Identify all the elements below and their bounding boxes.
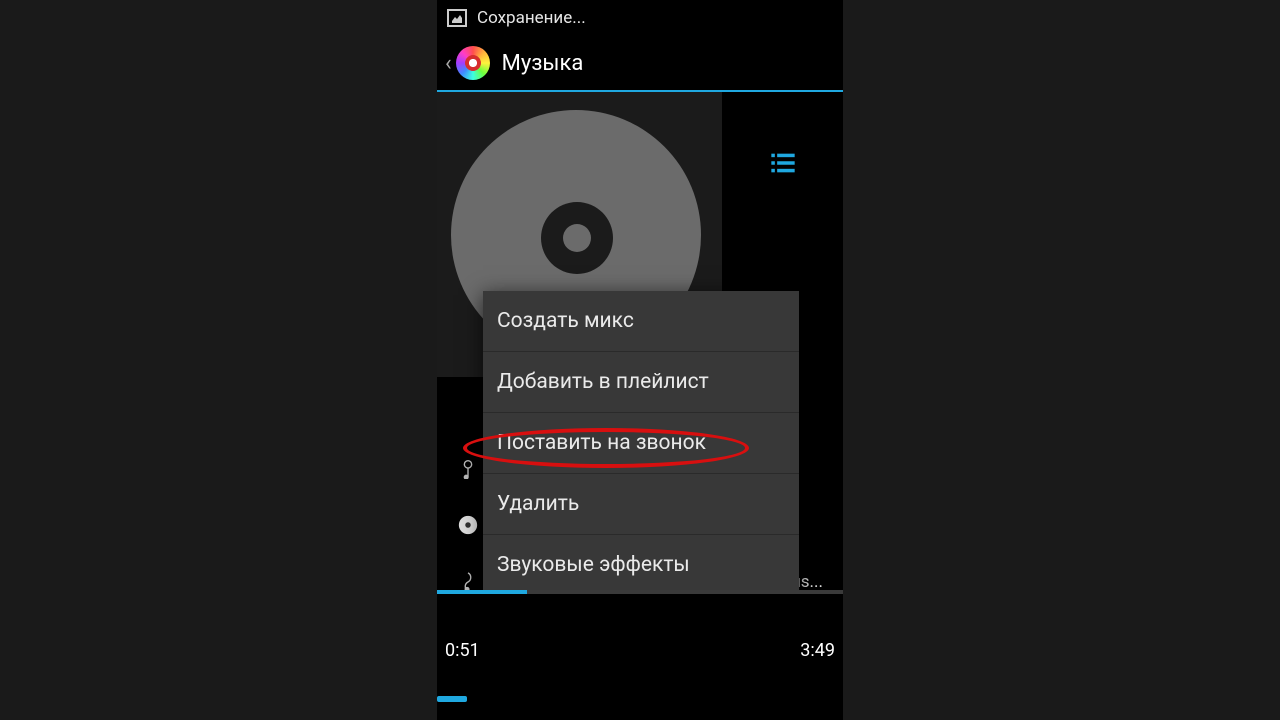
image-save-icon — [447, 9, 467, 27]
app-icon — [456, 46, 490, 80]
time-row: 0:51 3:49 — [437, 640, 843, 661]
menu-sound-effects[interactable]: Звуковые эффекты — [483, 535, 799, 596]
menu-item-label: Звуковые эффекты — [497, 553, 690, 577]
disc-small-icon — [457, 514, 479, 536]
back-icon[interactable]: ‹ — [445, 51, 452, 76]
menu-add-to-playlist[interactable]: Добавить в плейлист — [483, 352, 799, 413]
stage: Сохранение... ‹ Музыка — [0, 0, 1280, 720]
status-saving-text: Сохранение... — [477, 8, 586, 28]
menu-item-label: Поставить на звонок — [497, 431, 706, 455]
menu-set-as-ringtone[interactable]: Поставить на звонок — [483, 413, 799, 474]
app-bar: ‹ Музыка — [437, 36, 843, 92]
time-total: 3:49 — [800, 640, 835, 661]
app-title: Музыка — [502, 51, 584, 76]
menu-item-label: Добавить в плейлист — [497, 370, 709, 394]
list-view-button[interactable] — [722, 92, 843, 235]
menu-delete[interactable]: Удалить — [483, 474, 799, 535]
list-view-icon — [769, 149, 797, 177]
menu-item-label: Удалить — [497, 492, 579, 516]
menu-item-label: Создать микс — [497, 309, 634, 333]
mini-accent-bar — [437, 696, 467, 702]
clef-icon — [457, 457, 479, 479]
phone-frame: Сохранение... ‹ Музыка — [437, 0, 843, 720]
menu-create-mix[interactable]: Создать микс — [483, 291, 799, 352]
time-current: 0:51 — [445, 640, 480, 661]
progress-fill — [437, 590, 527, 594]
player-footer: 0:51 3:49 — [437, 590, 843, 720]
status-bar: Сохранение... — [437, 0, 843, 36]
